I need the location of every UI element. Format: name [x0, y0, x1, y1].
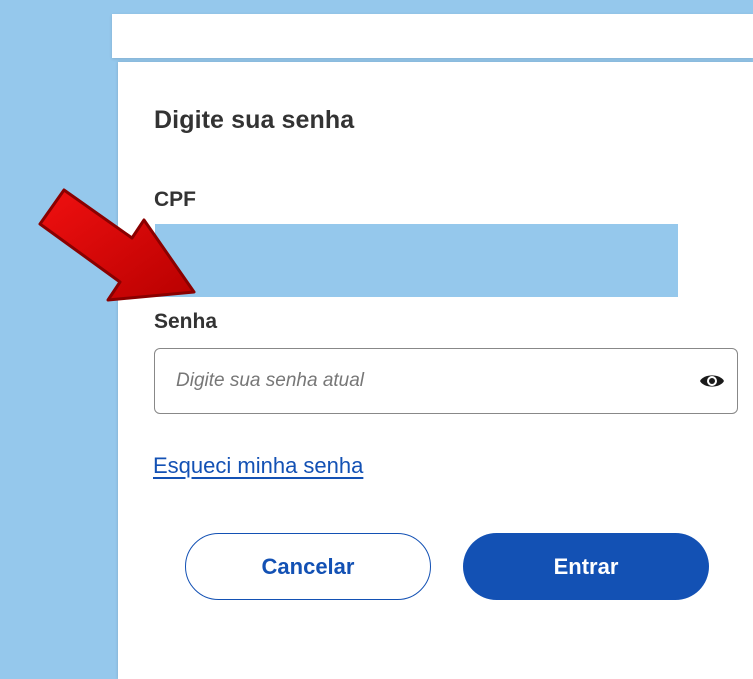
red-arrow-icon: [38, 188, 196, 302]
enter-button[interactable]: Entrar: [463, 533, 709, 600]
page-title: Digite sua senha: [154, 106, 355, 134]
forgot-password-link[interactable]: Esqueci minha senha: [153, 453, 363, 479]
login-card: Digite sua senha CPF Senha Esqueci minha…: [118, 62, 753, 679]
password-label: Senha: [154, 310, 218, 333]
cpf-redaction-mask: [155, 224, 678, 297]
top-white-strip: [112, 14, 753, 58]
password-field-wrapper: [154, 348, 738, 414]
cancel-button[interactable]: Cancelar: [185, 533, 431, 600]
eye-icon[interactable]: [697, 366, 727, 396]
password-input[interactable]: [155, 349, 675, 413]
